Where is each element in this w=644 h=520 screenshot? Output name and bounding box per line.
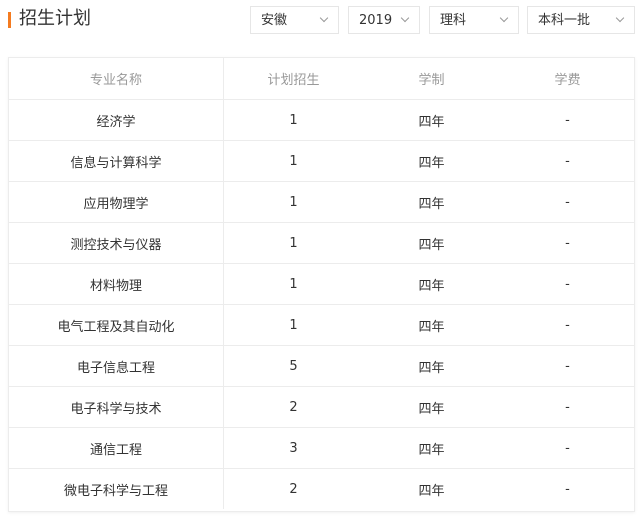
year-select-value: 2019: [359, 13, 393, 28]
cell-plan: 1: [223, 181, 363, 223]
cell-major: 电子科学与技术: [9, 386, 224, 428]
batch-select[interactable]: 本科一批: [527, 6, 635, 34]
cell-duration: 四年: [363, 181, 500, 223]
cell-fee: -: [500, 304, 635, 346]
cell-duration: 四年: [363, 386, 500, 428]
chevron-down-icon: [615, 13, 625, 23]
column-header-duration: 学制: [363, 58, 500, 100]
cell-fee: -: [500, 386, 635, 428]
cell-fee: -: [500, 99, 635, 141]
chevron-down-icon: [499, 13, 509, 23]
cell-plan: 1: [223, 140, 363, 182]
column-header-plan: 计划招生: [223, 58, 363, 100]
cell-duration: 四年: [363, 345, 500, 387]
table-row: 电气工程及其自动化 1 四年 -: [9, 304, 635, 346]
table-row: 信息与计算科学 1 四年 -: [9, 140, 635, 182]
cell-fee: -: [500, 263, 635, 305]
table-row: 微电子科学与工程 2 四年 -: [9, 468, 635, 509]
cell-plan: 2: [289, 481, 298, 497]
enrollment-plan-table: 专业名称 计划招生 学制 学费 经济学 1 四年 - 信息与计算科学 1 四年 …: [8, 57, 635, 512]
cell-plan: 2: [223, 386, 363, 428]
table-row: 经济学 1 四年 -: [9, 99, 635, 141]
province-select-value: 安徽: [261, 13, 288, 28]
subject-select[interactable]: 理科: [429, 6, 519, 34]
cell-duration: 四年: [363, 99, 500, 141]
table-row: 测控技术与仪器 1 四年 -: [9, 222, 635, 264]
chevron-down-icon: [319, 13, 329, 23]
cell-major: 材料物理: [9, 263, 224, 305]
cell-duration: 四年: [363, 427, 500, 469]
cell-major: 应用物理学: [9, 181, 224, 223]
cell-plan: 3: [223, 427, 363, 469]
cell-fee: -: [500, 427, 635, 469]
table-row: 电子信息工程 5 四年 -: [9, 345, 635, 387]
cell-plan: 5: [223, 345, 363, 387]
cell-duration: 四年: [363, 263, 500, 305]
cell-plan: 1: [223, 263, 363, 305]
plan-table: 专业名称 计划招生 学制 学费 经济学 1 四年 - 信息与计算科学 1 四年 …: [9, 58, 635, 509]
cell-major: 微电子科学与工程: [9, 468, 224, 509]
batch-select-value: 本科一批: [538, 13, 591, 28]
column-header-fee: 学费: [500, 58, 635, 100]
province-select[interactable]: 安徽: [250, 6, 339, 34]
cell-fee: -: [500, 222, 635, 264]
cell-duration: 四年: [363, 304, 500, 346]
cell-major: 经济学: [9, 99, 224, 141]
page-header: 招生计划 安徽 2019 理科 本科一批: [0, 0, 644, 40]
cell-plan: 1: [223, 304, 363, 346]
year-select[interactable]: 2019: [348, 6, 420, 34]
cell-duration: 四年: [363, 140, 500, 182]
cell-fee: -: [500, 181, 635, 223]
table-row: 通信工程 3 四年 -: [9, 427, 635, 469]
cell-plan: 1: [223, 99, 363, 141]
cell-fee: -: [565, 481, 570, 497]
column-header-major: 专业名称: [9, 58, 224, 100]
table-row: 材料物理 1 四年 -: [9, 263, 635, 305]
cell-fee: -: [500, 345, 635, 387]
cell-major: 信息与计算科学: [9, 140, 224, 182]
cell-duration: 四年: [418, 483, 445, 499]
cell-major: 通信工程: [9, 427, 224, 469]
subject-select-value: 理科: [440, 13, 467, 28]
cell-major: 测控技术与仪器: [9, 222, 224, 264]
cell-fee: -: [500, 140, 635, 182]
cell-major: 电子信息工程: [9, 345, 224, 387]
table-header-row: 专业名称 计划招生 学制 学费: [9, 58, 635, 100]
page-title: 招生计划: [19, 8, 91, 29]
cell-duration: 四年: [363, 222, 500, 264]
chevron-down-icon: [400, 13, 410, 23]
cell-plan: 1: [223, 222, 363, 264]
cell-major: 电气工程及其自动化: [9, 304, 224, 346]
table-row: 应用物理学 1 四年 -: [9, 181, 635, 223]
table-row: 电子科学与技术 2 四年 -: [9, 386, 635, 428]
title-accent-bar: [8, 12, 11, 28]
